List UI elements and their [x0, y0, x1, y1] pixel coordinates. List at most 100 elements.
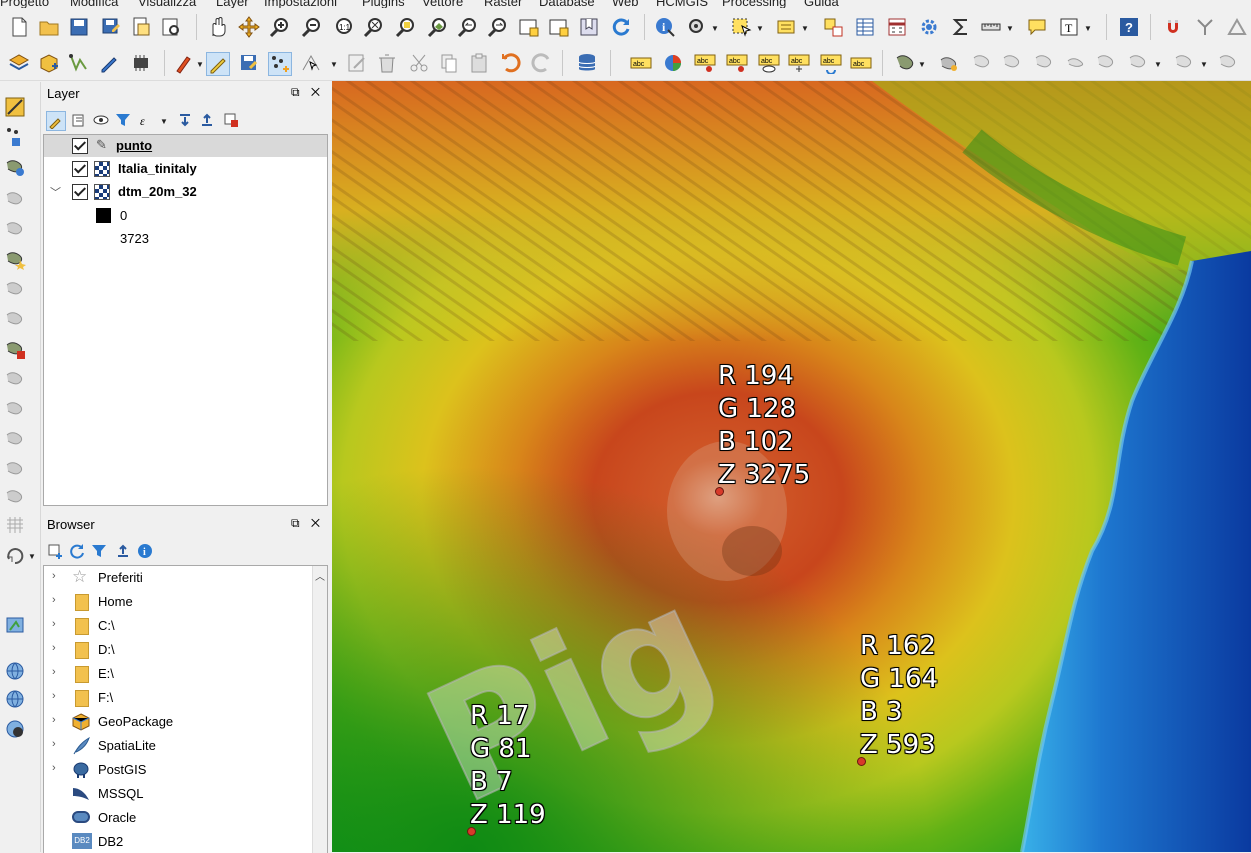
expand-chevron-icon[interactable]: › [52, 762, 56, 774]
layer-row-italia-tinitaly[interactable]: Italia_tinitaly [44, 158, 327, 180]
deselect-icon[interactable] [822, 16, 844, 38]
expand-chevron-icon[interactable]: › [52, 738, 56, 750]
new-project-icon[interactable] [8, 16, 30, 38]
rotate-label-icon[interactable]: abc [820, 52, 842, 74]
select-by-value-icon[interactable] [776, 16, 798, 38]
show-hide-labels-icon[interactable]: abc [758, 52, 780, 74]
refresh-browser-icon[interactable] [68, 542, 86, 560]
save-edits-icon[interactable] [238, 52, 260, 74]
pin-labels-icon[interactable]: abc [694, 52, 716, 74]
split-parts-icon[interactable] [970, 52, 992, 74]
expand-chevron-icon[interactable]: › [52, 618, 56, 630]
cut-features-icon[interactable] [408, 52, 430, 74]
browser-item-d-drive[interactable]: › D:\ [44, 639, 327, 661]
polygon-disabled-icon-5[interactable] [4, 368, 26, 390]
polygon-disabled-icon-3[interactable] [4, 278, 26, 300]
polygon-disabled-icon-6[interactable] [4, 398, 26, 420]
zoom-last-icon[interactable] [456, 16, 478, 38]
merge-icon[interactable] [1000, 52, 1022, 74]
wms-layer-icon[interactable] [4, 660, 26, 682]
filter-browser-icon[interactable] [90, 542, 108, 560]
polygon-disabled-icon-1[interactable] [4, 188, 26, 210]
delete-part-icon[interactable] [1216, 52, 1238, 74]
attribute-table-icon[interactable] [854, 16, 876, 38]
browser-item-db2[interactable]: DB2 DB2 [44, 831, 327, 853]
map-tips-icon[interactable] [1026, 16, 1048, 38]
layer-visibility-checkbox[interactable] [72, 161, 88, 177]
add-point-icon[interactable] [268, 52, 292, 76]
layout-manager-icon[interactable] [160, 16, 182, 38]
topology-icon[interactable] [1194, 16, 1216, 38]
zoom-out-icon[interactable] [300, 16, 322, 38]
georef-tool-icon[interactable] [4, 614, 26, 636]
browser-panel-float-close[interactable]: ⧉ ✕ [291, 516, 324, 531]
fill-ring-icon[interactable] [1064, 52, 1086, 74]
properties-info-icon[interactable]: i [136, 542, 154, 560]
add-ring-icon[interactable] [1126, 52, 1148, 74]
current-edits-icon[interactable] [174, 52, 196, 74]
collapse-browser-icon[interactable] [114, 542, 132, 560]
grid-lines-icon[interactable] [4, 514, 26, 536]
browser-item-geopackage[interactable]: › GeoPackage [44, 711, 327, 733]
layer-row-punto[interactable]: ✎ punto [44, 135, 327, 157]
data-source-manager-icon[interactable] [8, 52, 30, 74]
snapping-magnet-icon[interactable] [1162, 16, 1184, 38]
layer-visibility-checkbox[interactable] [72, 184, 88, 200]
modify-attributes-icon[interactable] [346, 52, 368, 74]
collapse-all-icon[interactable] [198, 111, 216, 129]
select-features-icon[interactable] [730, 16, 752, 38]
paste-features-icon[interactable] [468, 52, 490, 74]
zoom-in-icon[interactable] [268, 16, 290, 38]
expand-chevron-icon[interactable]: › [52, 594, 56, 606]
browser-item-spatialite[interactable]: › SpatiaLite [44, 735, 327, 757]
wfs-layer-icon[interactable] [4, 688, 26, 710]
expand-chevron-icon[interactable]: › [52, 666, 56, 678]
snap-settings-icon[interactable] [1226, 16, 1248, 38]
style-panel-icon[interactable] [46, 111, 66, 131]
georeference-icon[interactable] [4, 96, 26, 118]
browser-item-c-drive[interactable]: › C:\ [44, 615, 327, 637]
label-tool-icon[interactable]: abc [630, 52, 652, 74]
diagram-tool-icon[interactable] [662, 52, 684, 74]
filter-legend-icon[interactable] [114, 111, 132, 129]
digitize-icon[interactable] [98, 52, 120, 74]
add-group-icon[interactable] [70, 111, 88, 129]
layer-row-dtm[interactable]: ﹀ dtm_20m_32 [44, 181, 327, 203]
polygon-disabled-icon-8[interactable] [4, 458, 26, 480]
polygon-disabled-icon-9[interactable] [4, 486, 26, 508]
browser-item-f-drive[interactable]: › F:\ [44, 687, 327, 709]
database-icon[interactable] [576, 52, 598, 74]
polygon-disabled-icon-4[interactable] [4, 308, 26, 330]
polygon-tool-icon[interactable] [4, 156, 26, 178]
bookmark-icon[interactable] [578, 16, 600, 38]
copy-features-icon[interactable] [438, 52, 460, 74]
expand-chevron-icon[interactable]: › [52, 714, 56, 726]
zoom-to-layer-icon[interactable] [426, 16, 448, 38]
undo-icon[interactable] [500, 52, 522, 74]
processing-toolbox-icon[interactable] [918, 16, 940, 38]
save-as-icon[interactable] [100, 16, 122, 38]
browser-item-oracle[interactable]: Oracle [44, 807, 327, 829]
save-project-icon[interactable] [68, 16, 90, 38]
refresh-icon[interactable] [610, 16, 632, 38]
change-label-icon[interactable]: abc [850, 52, 872, 74]
vertex-tool-icon[interactable] [300, 52, 322, 74]
map-canvas[interactable]: Pig R 194 G 128 B 102 Z 3275 R 162 G 164… [332, 81, 1251, 852]
pan-icon[interactable] [206, 16, 228, 38]
browser-item-e-drive[interactable]: › E:\ [44, 663, 327, 685]
browser-item-postgis[interactable]: › PostGIS [44, 759, 327, 781]
collapse-chevron-icon[interactable]: ﹀ [50, 184, 61, 200]
reshape-icon[interactable] [938, 52, 960, 74]
action-icon[interactable] [686, 16, 708, 38]
polygon-star-icon[interactable] [4, 248, 26, 270]
toggle-editing-icon[interactable] [206, 52, 230, 76]
expand-chevron-icon[interactable]: › [52, 642, 56, 654]
offset-curve-icon[interactable] [1032, 52, 1054, 74]
help-icon[interactable]: ? [1118, 16, 1140, 38]
add-vector-layer-icon[interactable] [68, 52, 90, 74]
simplify-icon[interactable] [1094, 52, 1116, 74]
layers-panel-float-close[interactable]: ⧉ ✕ [291, 85, 324, 100]
remove-layer-icon[interactable] [222, 111, 240, 129]
add-part-icon[interactable] [1172, 52, 1194, 74]
identify-icon[interactable]: i [654, 16, 676, 38]
